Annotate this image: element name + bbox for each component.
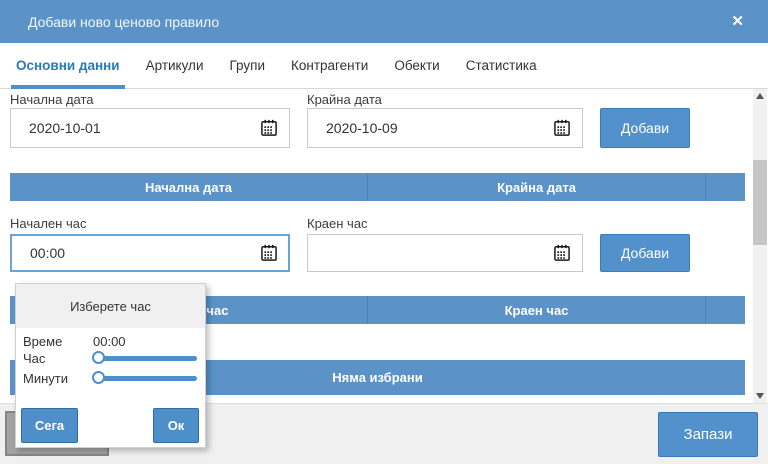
time-picker-time-value: 00:00 <box>93 334 126 349</box>
calendar-icon[interactable] <box>552 243 572 263</box>
minute-slider-thumb[interactable] <box>92 371 105 384</box>
calendar-icon[interactable] <box>552 118 572 138</box>
tab-obekti[interactable]: Обекти <box>389 43 444 88</box>
end-time-label: Краен час <box>307 216 368 231</box>
calendar-icon[interactable] <box>259 243 279 263</box>
scrollbar-thumb[interactable] <box>753 160 767 245</box>
tab-grupi[interactable]: Групи <box>224 43 270 88</box>
time-table-col-end: Краен час <box>368 296 706 324</box>
time-picker-title: Изберете час <box>16 284 205 328</box>
time-picker-popup: Изберете час Време 00:00 Час Минути Сега… <box>15 283 206 448</box>
end-date-input[interactable] <box>307 108 583 148</box>
end-date-label: Крайна дата <box>307 92 382 107</box>
vertical-scrollbar[interactable] <box>753 89 767 403</box>
time-table-col-actions <box>706 296 745 324</box>
scroll-down-icon[interactable] <box>753 389 767 403</box>
tab-artikuli[interactable]: Артикули <box>141 43 209 88</box>
tab-statistika[interactable]: Статистика <box>461 43 542 88</box>
add-time-range-button[interactable]: Добави <box>600 234 690 272</box>
end-time-input[interactable] <box>307 234 583 272</box>
minute-slider[interactable] <box>93 376 197 381</box>
end-date-field-wrap <box>307 108 583 148</box>
time-picker-time-label: Време <box>23 334 62 349</box>
start-time-input[interactable] <box>10 234 290 272</box>
ok-button[interactable]: Ок <box>153 408 199 443</box>
date-table-col-end: Крайна дата <box>368 173 706 201</box>
scroll-up-icon[interactable] <box>753 89 767 103</box>
tab-bar: Основни данни Артикули Групи Контрагенти… <box>0 43 768 89</box>
add-date-range-button[interactable]: Добави <box>600 108 690 148</box>
start-date-field-wrap <box>10 108 290 148</box>
save-button[interactable]: Запази <box>658 412 758 457</box>
start-date-input[interactable] <box>10 108 290 148</box>
end-time-field-wrap <box>307 234 583 272</box>
hour-slider-thumb[interactable] <box>92 351 105 364</box>
start-time-label: Начален час <box>10 216 86 231</box>
add-price-rule-dialog: Добави ново ценово правило ✕ Основни дан… <box>0 0 768 464</box>
hour-slider-label: Час <box>23 351 45 366</box>
dialog-title: Добави ново ценово правило <box>28 14 219 30</box>
date-table-col-start: Начална дата <box>10 173 368 201</box>
calendar-icon[interactable] <box>259 118 279 138</box>
date-table-col-actions <box>706 173 745 201</box>
tab-kontragenti[interactable]: Контрагенти <box>286 43 373 88</box>
dialog-titlebar: Добави ново ценово правило ✕ <box>0 0 768 43</box>
start-time-field-wrap <box>10 234 290 272</box>
start-date-label: Начална дата <box>10 92 94 107</box>
minute-slider-label: Минути <box>23 371 68 386</box>
now-button[interactable]: Сега <box>21 408 78 443</box>
date-range-table-header: Начална дата Крайна дата <box>10 173 745 201</box>
tab-osnovni-danni[interactable]: Основни данни <box>11 43 125 88</box>
close-icon[interactable]: ✕ <box>731 14 744 29</box>
hour-slider[interactable] <box>93 356 197 361</box>
